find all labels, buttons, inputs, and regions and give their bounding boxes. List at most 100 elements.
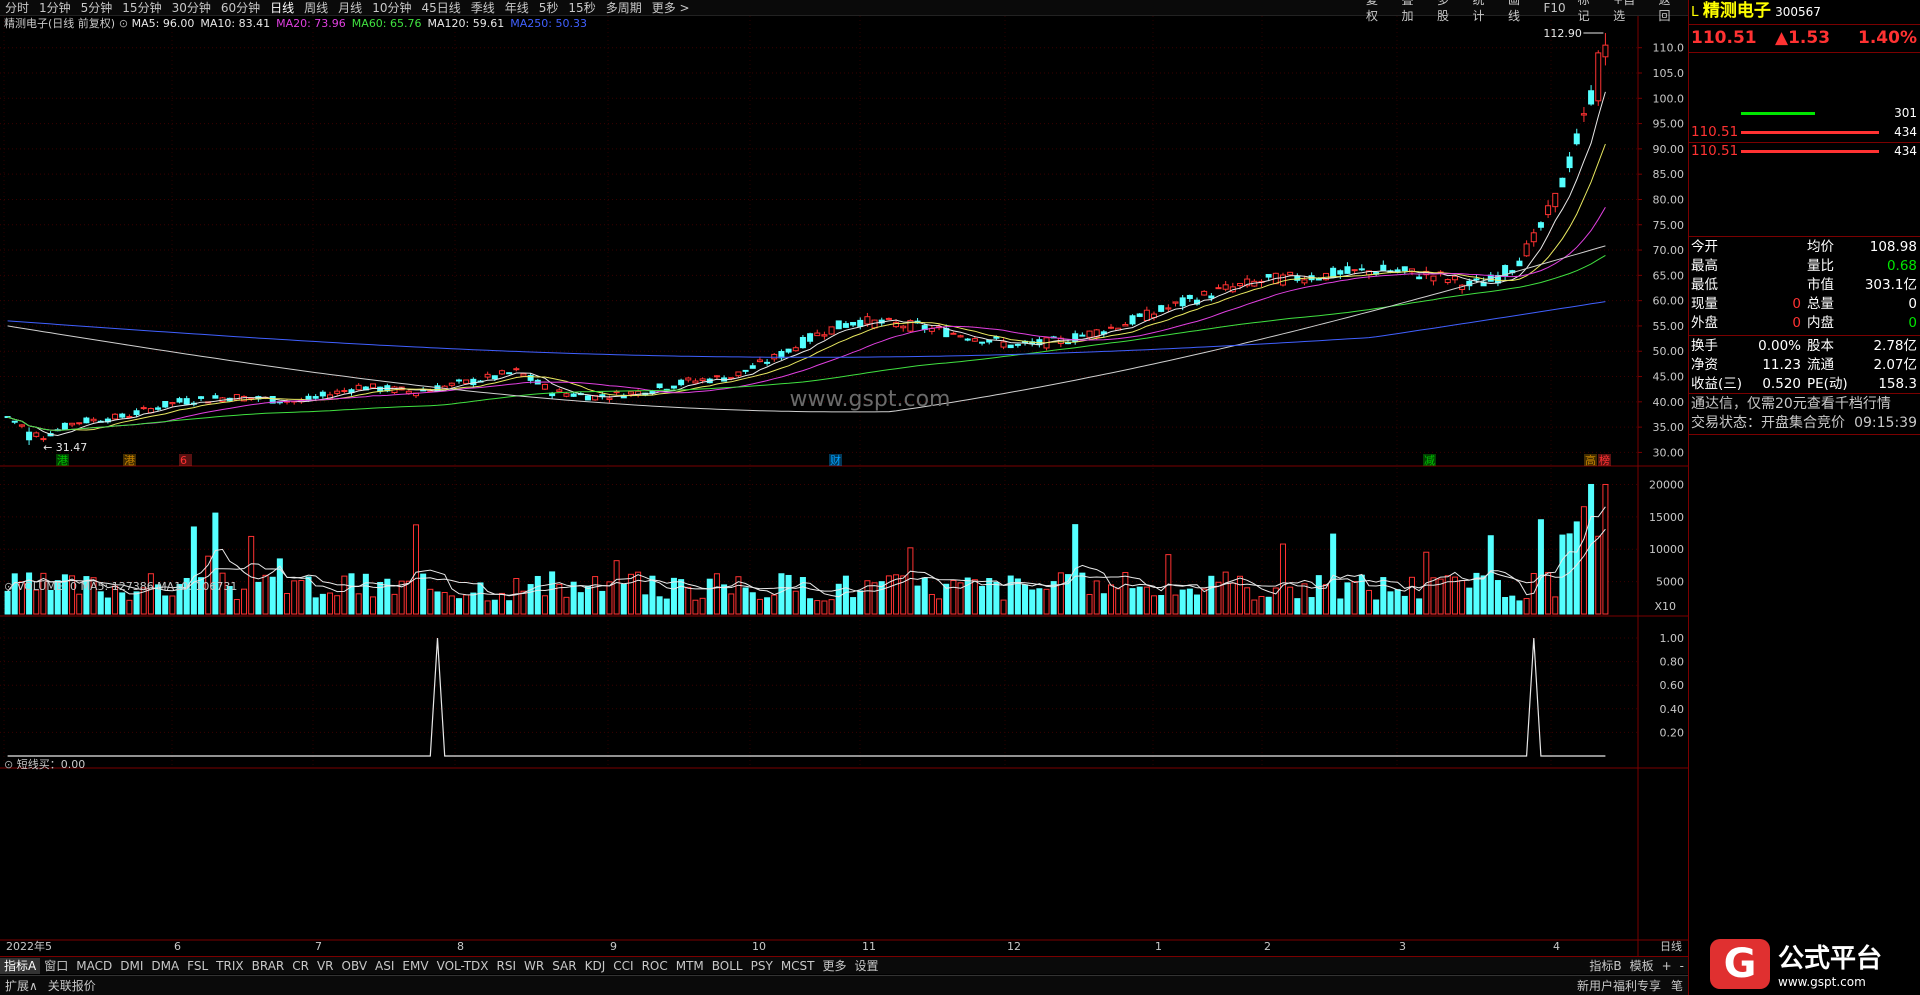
candle-body — [541, 383, 548, 390]
candle-body — [842, 323, 849, 328]
event-tag[interactable]: 港 — [123, 454, 136, 467]
indicator-tab[interactable]: 设置 — [851, 958, 883, 974]
stock-name[interactable]: 精测电子 — [1703, 1, 1771, 21]
volume-axis-label: 10000 — [1649, 543, 1684, 556]
volume-bar — [97, 591, 104, 615]
event-tag[interactable]: 减 — [1423, 454, 1436, 467]
indicator-tab[interactable]: BOLL — [708, 958, 747, 974]
period-tab[interactable]: 日线 — [265, 0, 299, 15]
stock-code: 300567 — [1775, 5, 1821, 19]
indicator-tab[interactable]: OBV — [338, 958, 372, 974]
volume-bar — [1416, 598, 1423, 615]
period-tab[interactable]: 分时 — [0, 0, 34, 15]
quote-prefix: L — [1691, 4, 1699, 20]
volume-bar — [513, 578, 520, 615]
period-tab[interactable]: 年线 — [500, 0, 534, 15]
period-tab[interactable]: 15分钟 — [117, 0, 166, 15]
settings-circle-icon[interactable]: ⊙ — [119, 17, 132, 30]
period-tab[interactable]: 45日线 — [416, 0, 465, 15]
volume-bar — [341, 575, 348, 615]
period-tab[interactable]: 15秒 — [563, 0, 600, 15]
notice-row[interactable]: 通达信，仅需20元查看千档行情 — [1689, 395, 1920, 414]
volume-bar — [1136, 586, 1143, 615]
volume-bar — [1573, 521, 1580, 615]
volume-bar — [119, 592, 126, 615]
indicator-tab[interactable]: ROC — [638, 958, 672, 974]
volume-settings-icon[interactable]: ⊙ — [4, 580, 17, 593]
volume-bar — [563, 596, 570, 615]
indicator-tab[interactable]: DMI — [116, 958, 147, 974]
indicator-tab[interactable]: CR — [288, 958, 313, 974]
indicator-tab[interactable]: 指标A — [0, 957, 41, 974]
candle-body — [1566, 156, 1573, 169]
candle-body — [1165, 307, 1172, 310]
candle-body — [18, 424, 25, 427]
period-tab[interactable]: 60分钟 — [216, 0, 265, 15]
volume-bar — [1022, 584, 1029, 615]
stat-label: 现量 — [1691, 296, 1718, 312]
candle-body — [1265, 274, 1272, 278]
kline-chart-svg[interactable]: 110.0 105.0 100.0 95.00 90.00 85.00 80.00 75.00… — [0, 16, 1688, 956]
indicator-tab[interactable]: WR — [520, 958, 548, 974]
status-item-right[interactable]: 新用户福利专享 — [1572, 977, 1666, 994]
status-item[interactable]: 扩展∧ — [0, 977, 43, 994]
indicator-tab[interactable]: MACD — [72, 958, 116, 974]
volume-bar — [1516, 600, 1523, 615]
indicator-right-button[interactable]: 模板 — [1626, 958, 1658, 974]
event-tag[interactable]: 财 — [829, 453, 842, 467]
indicator-tab[interactable]: VOL-TDX — [433, 958, 493, 974]
indicator-tab[interactable]: EMV — [398, 958, 432, 974]
indicator-tab[interactable]: FSL — [183, 958, 212, 974]
status-item[interactable]: 关联报价 — [43, 977, 101, 994]
indicator-tab[interactable]: MTM — [672, 958, 708, 974]
period-tab[interactable]: 更多 > — [647, 0, 695, 15]
indicator-tab[interactable]: 更多 — [819, 958, 851, 974]
status-item-right[interactable]: 笔 — [1666, 977, 1688, 994]
period-tab[interactable]: 月线 — [333, 0, 367, 15]
quote-stats: 今开 均价 108.98 最高 量比 0.68 最低 市值 303.1亿 现量 0 总量 0 外盘 0 内盘 0 — [1689, 238, 1920, 333]
indicator-right-button[interactable]: + — [1658, 958, 1676, 974]
indicator-tab[interactable]: TRIX — [212, 958, 247, 974]
volume-bar — [104, 597, 111, 615]
indicator-tab[interactable]: PSY — [747, 958, 777, 974]
kline-chart-area[interactable]: 110.0 105.0 100.0 95.00 90.00 85.00 80.00 75.00… — [0, 16, 1688, 956]
volume-bar — [1466, 587, 1473, 615]
indicator-tab[interactable]: SAR — [548, 958, 580, 974]
indicator-tab[interactable]: ASI — [371, 958, 398, 974]
indicator-tab[interactable]: BRAR — [248, 958, 289, 974]
toolbar-button[interactable]: F10 — [1538, 0, 1572, 16]
event-tag[interactable]: 港 — [56, 454, 69, 467]
indicator-right-button[interactable]: 指标B — [1585, 958, 1625, 974]
indicator-tab[interactable]: 窗口 — [40, 958, 72, 974]
event-tag[interactable]: 6 — [179, 454, 192, 467]
period-tab[interactable]: 5分钟 — [76, 0, 118, 15]
period-tab[interactable]: 5秒 — [534, 0, 564, 15]
volume-bar — [577, 592, 584, 615]
volume-ma-10 — [7, 528, 1606, 596]
ma-legend-item: MA5: 96.00 — [131, 17, 195, 30]
candle-body — [1108, 326, 1115, 329]
indicator-tab[interactable]: MCST — [777, 958, 819, 974]
indicator-tab[interactable]: DMA — [147, 958, 183, 974]
period-tab[interactable]: 多周期 — [601, 0, 647, 15]
signal-settings-icon[interactable]: ⊙ — [4, 758, 17, 771]
stat-value: 11.23 — [1762, 357, 1801, 373]
indicator-tab[interactable]: KDJ — [581, 958, 610, 974]
period-tab[interactable]: 1分钟 — [34, 0, 76, 15]
period-tab[interactable]: 10分钟 — [367, 0, 416, 15]
indicator-right-button[interactable]: - — [1676, 958, 1688, 974]
event-tag[interactable]: 高 — [1584, 453, 1597, 467]
stat-value: 158.3 — [1878, 376, 1917, 392]
candle-body — [1416, 276, 1423, 280]
candle-body — [319, 391, 326, 397]
notice-text[interactable]: 通达信，仅需20元查看千档行情 — [1689, 396, 1891, 412]
period-tab[interactable]: 30分钟 — [167, 0, 216, 15]
volume-bar — [871, 582, 878, 615]
event-tag[interactable]: 榜 — [1598, 453, 1611, 467]
indicator-tab[interactable]: VR — [313, 958, 338, 974]
period-tab[interactable]: 季线 — [466, 0, 500, 15]
period-tab[interactable]: 周线 — [299, 0, 333, 15]
date-axis-label: 6 — [174, 940, 181, 953]
indicator-tab[interactable]: RSI — [493, 958, 521, 974]
indicator-tab[interactable]: CCI — [609, 958, 637, 974]
